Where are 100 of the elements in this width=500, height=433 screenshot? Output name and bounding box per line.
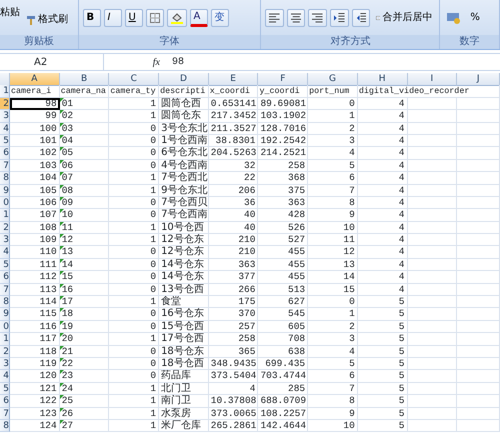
table-cell: 27 <box>60 420 110 432</box>
table-cell: 0 <box>109 308 160 321</box>
fill-color-button[interactable] <box>166 8 187 26</box>
group-label: 剪贴板 <box>0 35 78 49</box>
row-header[interactable]: 3 <box>0 110 10 123</box>
column-header[interactable]: D <box>159 73 209 86</box>
percent-button[interactable]: % <box>467 8 486 26</box>
merge-center-button[interactable]: 合并后居中 <box>373 8 436 26</box>
table-cell: 4 <box>308 346 358 358</box>
empty-cell <box>408 134 458 148</box>
table-cell: 06 <box>60 160 110 172</box>
row-header[interactable]: 7 <box>0 160 10 172</box>
row-header[interactable]: 5 <box>0 258 10 272</box>
table-cell: 211.3527 <box>208 122 258 135</box>
empty-cell <box>408 184 458 197</box>
table-cell: 4 <box>358 271 408 284</box>
row-header[interactable]: 4 <box>0 370 10 383</box>
table-cell: 128.7016 <box>258 122 308 135</box>
paste-button[interactable]: 粘贴 <box>0 4 20 22</box>
column-header[interactable]: C <box>109 73 160 86</box>
empty-cell <box>457 370 500 383</box>
empty-cell <box>457 382 500 396</box>
column-header[interactable]: G <box>308 73 358 86</box>
table-cell: 15号仓西 <box>159 320 209 334</box>
table-cell: 0 <box>109 346 160 358</box>
italic-button[interactable]: I <box>104 8 122 26</box>
align-right-button[interactable] <box>308 8 328 26</box>
row-header[interactable]: 3 <box>0 234 10 246</box>
table-cell: 4号仓西南 <box>159 160 209 172</box>
table-cell: 4 <box>358 122 408 135</box>
row-header[interactable]: 8 <box>0 420 10 432</box>
empty-cell <box>408 284 458 296</box>
table-cell: 120 <box>10 370 60 383</box>
table-cell: 22 <box>208 172 258 185</box>
format-painter-button[interactable]: 格式刷 <box>23 11 71 29</box>
table-cell: 7 <box>308 382 358 396</box>
row-header[interactable]: 2 <box>0 222 10 234</box>
row-header[interactable]: 2 <box>0 346 10 358</box>
align-left-button[interactable] <box>265 8 284 26</box>
table-cell: 210 <box>208 246 258 259</box>
row-header[interactable]: 1 <box>0 209 10 222</box>
table-cell: 1 <box>109 172 160 185</box>
table-cell: 36 <box>208 196 258 210</box>
table-cell: 10 <box>308 222 358 234</box>
row-header[interactable]: 0 <box>0 320 10 334</box>
table-cell: 455 <box>258 258 308 272</box>
table-cell: 99 <box>10 110 60 123</box>
empty-cell <box>457 258 500 272</box>
group-label: 对齐方式 <box>261 35 440 49</box>
function-button[interactable]: fx <box>104 54 166 70</box>
table-cell: 5 <box>358 308 408 321</box>
table-cell: 11 <box>308 234 358 246</box>
row-header[interactable]: 6 <box>0 395 10 408</box>
table-cell: 7号仓西贝 <box>159 196 209 210</box>
row-header[interactable]: 5 <box>0 134 10 148</box>
border-button[interactable] <box>146 8 164 26</box>
font-color-button[interactable]: A <box>190 8 208 26</box>
table-cell: 4 <box>358 184 408 197</box>
table-cell: 8 <box>308 196 358 210</box>
column-header[interactable]: J <box>457 73 500 86</box>
border-icon <box>150 12 160 22</box>
phonetic-button[interactable]: 变 <box>210 8 229 26</box>
empty-cell <box>408 346 458 358</box>
table-cell: 348.9435 <box>208 358 258 370</box>
row-header[interactable]: 7 <box>0 408 10 420</box>
column-header[interactable]: E <box>208 73 258 86</box>
row-header[interactable]: 6 <box>0 271 10 284</box>
increase-indent-button[interactable] <box>352 8 370 26</box>
name-box[interactable]: A2 <box>0 54 104 70</box>
decrease-indent-button[interactable] <box>330 8 349 26</box>
column-header[interactable]: B <box>60 73 110 86</box>
row-header[interactable]: 3 <box>0 358 10 370</box>
underline-button[interactable]: U <box>124 8 143 26</box>
row-header[interactable]: 2 <box>0 98 10 110</box>
align-center-button[interactable] <box>286 8 306 26</box>
empty-cell <box>408 308 458 321</box>
row-header[interactable]: 8 <box>0 172 10 185</box>
table-cell: 09 <box>60 196 110 210</box>
row-header[interactable]: 6 <box>0 147 10 160</box>
row-header[interactable]: 1 <box>0 333 10 346</box>
row-header[interactable]: 9 <box>0 184 10 197</box>
bold-button[interactable]: B <box>82 8 101 26</box>
table-cell: 638 <box>258 346 308 358</box>
row-header[interactable]: 0 <box>0 196 10 210</box>
column-header[interactable]: A <box>10 73 60 86</box>
row-header[interactable]: 8 <box>0 296 10 308</box>
table-cell: 10号仓西 <box>159 222 209 234</box>
row-header[interactable]: 4 <box>0 246 10 259</box>
row-header[interactable]: 7 <box>0 284 10 296</box>
table-cell: 05 <box>60 147 110 160</box>
empty-cell <box>408 160 458 172</box>
table-cell: 17 <box>60 296 110 308</box>
column-header[interactable]: H <box>358 73 408 86</box>
column-header[interactable]: F <box>258 73 308 86</box>
row-header[interactable]: 5 <box>0 382 10 396</box>
column-header[interactable]: I <box>408 73 458 86</box>
table-cell: 103.1902 <box>258 110 308 123</box>
row-header[interactable]: 1 <box>0 85 10 98</box>
row-header[interactable]: 4 <box>0 122 10 135</box>
row-header[interactable]: 9 <box>0 308 10 321</box>
